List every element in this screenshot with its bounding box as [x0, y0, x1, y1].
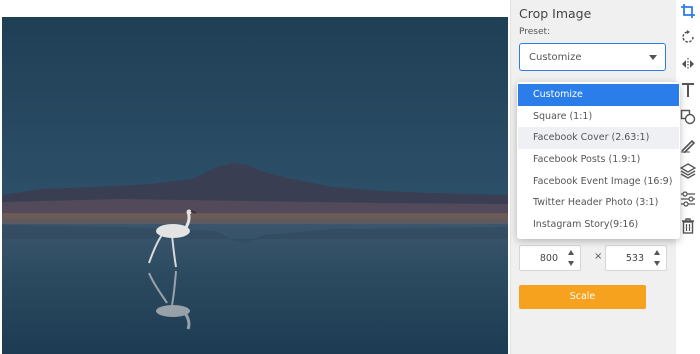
shapes-icon[interactable] — [680, 109, 696, 125]
flamingo-lake-photo — [2, 17, 508, 354]
preset-option-instagram-story[interactable]: Instagram Story(9:16) — [518, 214, 679, 236]
preset-option-twitter-header[interactable]: Twitter Header Photo (3:1) — [518, 192, 679, 214]
caret-up-icon — [649, 55, 657, 60]
preset-select-value: Customize — [529, 52, 582, 63]
panel-title: Crop Image — [519, 6, 592, 21]
size-steppers: 800 × 533 — [519, 245, 669, 271]
rotate-icon[interactable] — [680, 29, 696, 45]
width-stepper[interactable]: 800 — [519, 245, 581, 271]
height-value: 533 — [625, 253, 644, 264]
width-value: 800 — [539, 253, 558, 264]
editor-canvas — [0, 0, 510, 354]
adjust-icon[interactable] — [680, 191, 696, 207]
height-stepper[interactable]: 533 — [605, 245, 667, 271]
preset-dropdown: Customize Square (1:1) Facebook Cover (2… — [517, 82, 680, 239]
scale-button[interactable]: Scale — [519, 285, 646, 309]
crop-icon[interactable] — [680, 3, 696, 19]
height-stepper-arrows — [653, 248, 663, 268]
height-decrement-icon[interactable] — [654, 261, 660, 266]
text-icon[interactable] — [680, 82, 696, 98]
trash-icon[interactable] — [680, 218, 696, 234]
preset-option-square[interactable]: Square (1:1) — [518, 106, 679, 128]
size-separator: × — [594, 251, 603, 262]
width-stepper-arrows — [567, 248, 577, 268]
layers-icon[interactable] — [680, 163, 696, 179]
width-decrement-icon[interactable] — [568, 261, 574, 266]
preset-option-facebook-event[interactable]: Facebook Event Image (16:9) — [518, 171, 679, 193]
preset-option-facebook-cover[interactable]: Facebook Cover (2.63:1) — [518, 127, 679, 150]
height-increment-icon[interactable] — [654, 250, 660, 255]
width-increment-icon[interactable] — [568, 250, 574, 255]
draw-icon[interactable] — [680, 137, 696, 153]
preset-label: Preset: — [519, 27, 551, 37]
preset-option-facebook-posts[interactable]: Facebook Posts (1.9:1) — [518, 149, 679, 171]
preset-option-customize[interactable]: Customize — [518, 84, 679, 106]
canvas-photo[interactable] — [2, 17, 508, 354]
flip-icon[interactable] — [680, 56, 696, 72]
photo-editor: Crop Image Preset: Customize 800 × 533 S… — [0, 0, 700, 354]
preset-select[interactable]: Customize — [519, 43, 666, 71]
